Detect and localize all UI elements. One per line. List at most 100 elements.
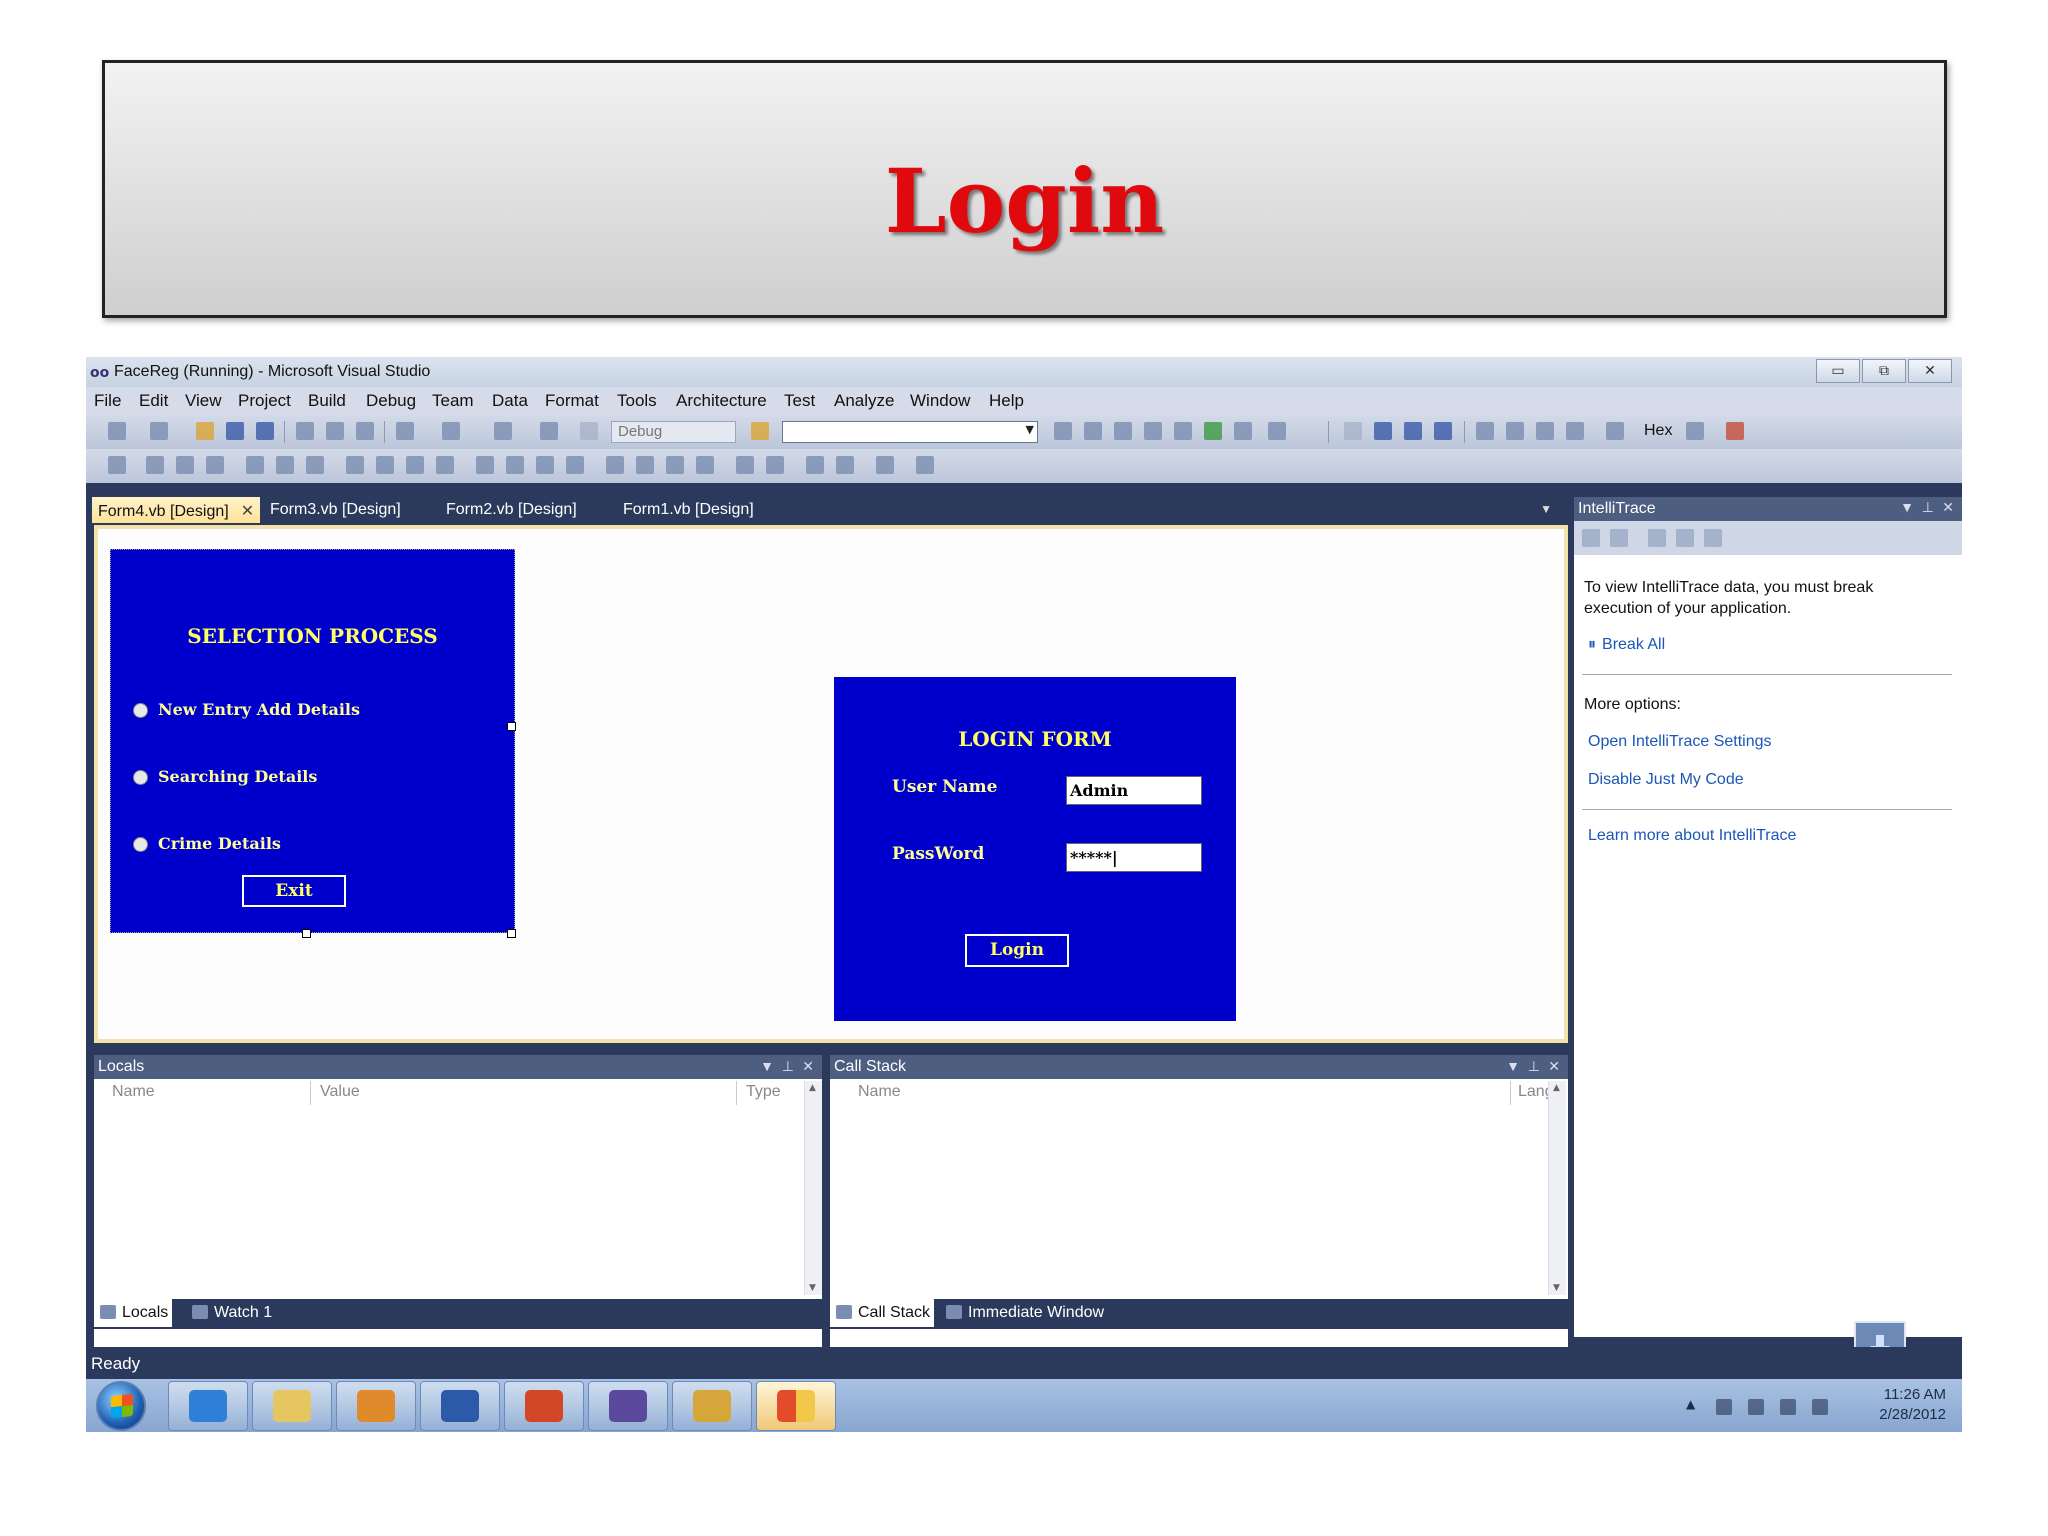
properties-icon[interactable] — [1084, 422, 1102, 440]
locals-scrollbar[interactable]: ▲ ▼ — [804, 1081, 822, 1295]
navigate-backward-icon[interactable] — [494, 422, 512, 440]
align-centers-icon[interactable] — [176, 456, 194, 474]
start-button[interactable] — [96, 1381, 146, 1431]
navigate-forward-icon[interactable] — [540, 422, 558, 440]
resize-handle[interactable] — [302, 929, 311, 938]
close-window-button[interactable]: ✕ — [1908, 359, 1952, 383]
learn-more-intellitrace-link[interactable]: Learn more about IntelliTrace — [1588, 827, 1796, 845]
pin-icon[interactable]: ⊥ — [782, 1058, 794, 1075]
sql-tool-button[interactable] — [672, 1381, 752, 1431]
menu-edit[interactable]: Edit — [139, 391, 168, 411]
solution-configuration-select[interactable]: Debug — [611, 421, 736, 443]
start-debugging-icon[interactable] — [580, 422, 598, 440]
column-name[interactable]: Name — [858, 1083, 901, 1101]
hex-toggle[interactable]: Hex — [1644, 422, 1672, 440]
break-all-icon[interactable] — [1374, 422, 1392, 440]
center-horizontally-icon[interactable] — [736, 456, 754, 474]
continue-icon[interactable] — [1344, 422, 1362, 440]
column-name[interactable]: Name — [112, 1083, 155, 1101]
close-panel-icon[interactable]: ✕ — [1942, 499, 1954, 516]
tab-overflow-chevron-icon[interactable]: ▼ — [1540, 502, 1552, 516]
increase-v-spacing-icon[interactable] — [636, 456, 654, 474]
increase-h-spacing-icon[interactable] — [506, 456, 524, 474]
start-page-icon[interactable] — [1234, 422, 1252, 440]
send-to-back-icon[interactable] — [836, 456, 854, 474]
resize-handle[interactable] — [507, 722, 516, 731]
disable-just-my-code-link[interactable]: Disable Just My Code — [1588, 771, 1744, 789]
resize-handle[interactable] — [507, 929, 516, 938]
restart-icon[interactable] — [1434, 422, 1452, 440]
volume-icon[interactable] — [1812, 1399, 1828, 1415]
undo-icon[interactable] — [396, 422, 414, 440]
settings-icon[interactable] — [1676, 529, 1694, 547]
stop-debugging-icon[interactable] — [1404, 422, 1422, 440]
menu-build[interactable]: Build — [308, 391, 346, 411]
align-rights-icon[interactable] — [206, 456, 224, 474]
cut-icon[interactable] — [296, 422, 314, 440]
radio-button-icon[interactable] — [133, 703, 148, 718]
close-tab-icon[interactable]: ✕ — [241, 503, 254, 520]
radio-searching-details[interactable]: Searching Details — [133, 767, 317, 786]
media-player-button[interactable] — [336, 1381, 416, 1431]
show-next-statement-icon[interactable] — [1476, 422, 1494, 440]
make-same-height-icon[interactable] — [376, 456, 394, 474]
tab-call-stack[interactable]: Call Stack — [830, 1299, 935, 1327]
center-vertically-icon[interactable] — [766, 456, 784, 474]
decrease-v-spacing-icon[interactable] — [666, 456, 684, 474]
open-file-icon[interactable] — [196, 422, 214, 440]
show-threads-icon[interactable] — [1686, 422, 1704, 440]
open-log-icon[interactable] — [1648, 529, 1666, 547]
align-lefts-icon[interactable] — [146, 456, 164, 474]
exit-button[interactable]: Exit — [242, 875, 346, 907]
quick-watch-icon[interactable] — [1606, 422, 1624, 440]
tools-icon[interactable] — [1174, 422, 1192, 440]
tab-form1-design[interactable]: Form1.vb [Design] — [617, 497, 760, 523]
password-field[interactable]: *****| — [1066, 843, 1202, 872]
menu-data[interactable]: Data — [492, 391, 528, 411]
file-explorer-button[interactable] — [252, 1381, 332, 1431]
decrease-h-spacing-icon[interactable] — [536, 456, 554, 474]
maximize-button[interactable]: ⧉ — [1862, 359, 1906, 383]
add-item-icon[interactable] — [150, 422, 168, 440]
word-button[interactable] — [420, 1381, 500, 1431]
extension-manager-icon[interactable] — [1204, 422, 1222, 440]
menu-analyze[interactable]: Analyze — [834, 391, 894, 411]
menu-team[interactable]: Team — [432, 391, 474, 411]
menu-format[interactable]: Format — [545, 391, 599, 411]
save-icon[interactable] — [226, 422, 244, 440]
align-bottoms-icon[interactable] — [306, 456, 324, 474]
find-in-files-icon[interactable] — [751, 422, 769, 440]
pin-icon[interactable]: ⊥ — [1922, 499, 1934, 516]
events-view-icon[interactable] — [1582, 529, 1600, 547]
tab-form4-design[interactable]: Form4.vb [Design] ✕ — [92, 497, 261, 523]
calls-view-icon[interactable] — [1610, 529, 1628, 547]
column-value[interactable]: Value — [320, 1083, 360, 1101]
command-window-icon[interactable] — [1268, 422, 1286, 440]
step-into-icon[interactable] — [1506, 422, 1524, 440]
selection-process-form[interactable]: SELECTION PROCESS New Entry Add Details … — [110, 549, 515, 933]
save-all-icon[interactable] — [256, 422, 274, 440]
menu-project[interactable]: Project — [238, 391, 291, 411]
vertical-spacing-icon[interactable] — [606, 456, 624, 474]
breakpoints-icon[interactable] — [1726, 422, 1744, 440]
object-browser-icon[interactable] — [1114, 422, 1132, 440]
tab-immediate-window[interactable]: Immediate Window — [940, 1299, 1108, 1327]
break-all-link[interactable]: ⏸ Break All — [1588, 636, 1665, 654]
remove-v-spacing-icon[interactable] — [696, 456, 714, 474]
action-center-icon[interactable] — [1716, 1399, 1732, 1415]
panel-menu-chevron-icon[interactable]: ▼ — [1900, 499, 1914, 515]
tab-form3-design[interactable]: Form3.vb [Design] — [264, 497, 407, 523]
align-to-grid-icon[interactable] — [108, 456, 126, 474]
radio-crime-details[interactable]: Crime Details — [133, 834, 281, 853]
network-icon[interactable] — [1748, 1399, 1764, 1415]
menu-view[interactable]: View — [185, 391, 222, 411]
open-intellitrace-settings-link[interactable]: Open IntelliTrace Settings — [1588, 733, 1772, 751]
internet-explorer-button[interactable] — [168, 1381, 248, 1431]
lock-controls-icon[interactable] — [916, 456, 934, 474]
radio-button-icon[interactable] — [133, 837, 148, 852]
paste-icon[interactable] — [356, 422, 374, 440]
tab-watch1[interactable]: Watch 1 — [186, 1299, 276, 1327]
panel-menu-chevron-icon[interactable]: ▼ — [760, 1058, 774, 1074]
login-button[interactable]: Login — [965, 934, 1069, 967]
find-combo-input[interactable]: ▼ — [782, 421, 1038, 443]
